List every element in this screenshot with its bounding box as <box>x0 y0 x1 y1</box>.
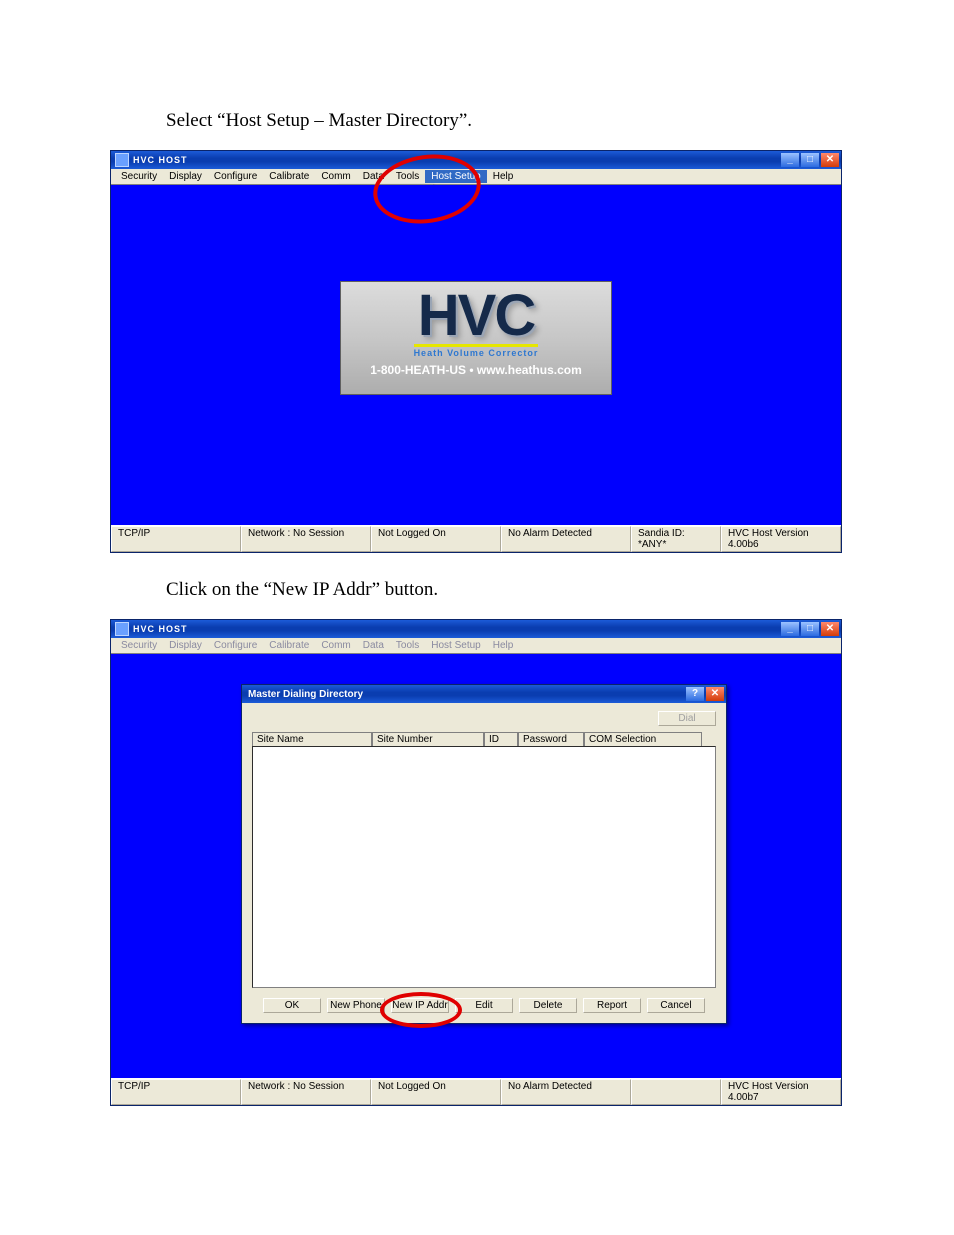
minimize-button[interactable]: _ <box>781 622 799 636</box>
list-headers: Site Name Site Number ID Password COM Se… <box>252 732 716 746</box>
menu-configure: Configure <box>208 639 263 652</box>
status-sandia-id <box>631 1079 721 1105</box>
col-password[interactable]: Password <box>518 732 584 746</box>
menu-configure[interactable]: Configure <box>208 170 263 183</box>
status-login: Not Logged On <box>371 526 501 552</box>
splash-hvc-text: HVC <box>341 286 611 346</box>
instruction-text-1: Select “Host Setup – Master Directory”. <box>166 110 894 132</box>
status-alarm: No Alarm Detected <box>501 526 631 552</box>
instruction-text-2: Click on the “New IP Addr” button. <box>166 579 894 601</box>
new-ip-addr-button[interactable]: New IP Addr <box>391 998 449 1013</box>
col-id[interactable]: ID <box>484 732 518 746</box>
menu-host-setup: Host Setup <box>425 639 486 652</box>
status-network: Network : No Session <box>241 1079 371 1105</box>
menu-data[interactable]: Data <box>357 170 390 183</box>
menu-calibrate: Calibrate <box>263 639 315 652</box>
status-protocol: TCP/IP <box>111 1079 241 1105</box>
close-button[interactable]: ✕ <box>821 153 839 167</box>
cancel-button[interactable]: Cancel <box>647 998 705 1013</box>
col-site-number[interactable]: Site Number <box>372 732 484 746</box>
maximize-button[interactable]: □ <box>801 622 819 636</box>
dialog-titlebar: Master Dialing Directory ? ✕ <box>242 685 726 703</box>
edit-button[interactable]: Edit <box>455 998 513 1013</box>
status-version: HVC Host Version 4.00b7 <box>721 1079 841 1105</box>
menu-tools[interactable]: Tools <box>390 170 425 183</box>
report-button[interactable]: Report <box>583 998 641 1013</box>
status-sandia-id: Sandia ID: *ANY* <box>631 526 721 552</box>
master-dialing-directory-dialog: Master Dialing Directory ? ✕ Dial Site N… <box>241 684 727 1024</box>
dialog-title-text: Master Dialing Directory <box>248 689 684 700</box>
window-title: HVC HOST <box>133 155 779 165</box>
status-login: Not Logged On <box>371 1079 501 1105</box>
maximize-button[interactable]: □ <box>801 153 819 167</box>
app-window-2: HVC HOST _ □ ✕ Security Display Configur… <box>110 619 842 1106</box>
titlebar: HVC HOST _ □ ✕ <box>111 151 841 169</box>
col-com-selection[interactable]: COM Selection <box>584 732 702 746</box>
titlebar: HVC HOST _ □ ✕ <box>111 620 841 638</box>
menu-display: Display <box>163 639 208 652</box>
status-network: Network : No Session <box>241 526 371 552</box>
splash-logo: HVC Heath Volume Corrector 1-800-HEATH-U… <box>340 281 612 395</box>
menu-help[interactable]: Help <box>487 170 520 183</box>
app-window-1: HVC HOST _ □ ✕ Security Display Configur… <box>110 150 842 553</box>
menubar-disabled: Security Display Configure Calibrate Com… <box>111 638 841 654</box>
close-button[interactable]: ✕ <box>821 622 839 636</box>
dialog-help-button[interactable]: ? <box>686 687 704 701</box>
delete-button[interactable]: Delete <box>519 998 577 1013</box>
splash-subtitle2: 1-800-HEATH-US • www.heathus.com <box>341 363 611 377</box>
menu-calibrate[interactable]: Calibrate <box>263 170 315 183</box>
client-area: HVC Heath Volume Corrector 1-800-HEATH-U… <box>111 185 841 525</box>
status-alarm: No Alarm Detected <box>501 1079 631 1105</box>
menu-comm: Comm <box>315 639 356 652</box>
dial-button[interactable]: Dial <box>658 711 716 726</box>
dialog-button-row: OK New Phone New IP Addr Edit Delete Rep… <box>252 998 716 1013</box>
menu-display[interactable]: Display <box>163 170 208 183</box>
menu-security: Security <box>115 639 163 652</box>
directory-list[interactable] <box>252 746 716 988</box>
app-icon <box>115 622 129 636</box>
window-title: HVC HOST <box>133 624 779 634</box>
menu-host-setup[interactable]: Host Setup <box>425 170 486 183</box>
menu-security[interactable]: Security <box>115 170 163 183</box>
minimize-button[interactable]: _ <box>781 153 799 167</box>
dialog-close-button[interactable]: ✕ <box>706 687 724 701</box>
ok-button[interactable]: OK <box>263 998 321 1013</box>
menu-tools: Tools <box>390 639 425 652</box>
client-area: Master Dialing Directory ? ✕ Dial Site N… <box>111 654 841 1078</box>
status-protocol: TCP/IP <box>111 526 241 552</box>
status-version: HVC Host Version 4.00b6 <box>721 526 841 552</box>
app-icon <box>115 153 129 167</box>
splash-subtitle1: Heath Volume Corrector <box>414 344 539 358</box>
col-site-name[interactable]: Site Name <box>252 732 372 746</box>
statusbar: TCP/IP Network : No Session Not Logged O… <box>111 525 841 552</box>
menu-help: Help <box>487 639 520 652</box>
menu-comm[interactable]: Comm <box>315 170 356 183</box>
new-phone-button[interactable]: New Phone <box>327 998 385 1013</box>
menu-data: Data <box>357 639 390 652</box>
statusbar: TCP/IP Network : No Session Not Logged O… <box>111 1078 841 1105</box>
menubar: Security Display Configure Calibrate Com… <box>111 169 841 185</box>
dialog-body: Dial Site Name Site Number ID Password C… <box>242 703 726 1023</box>
